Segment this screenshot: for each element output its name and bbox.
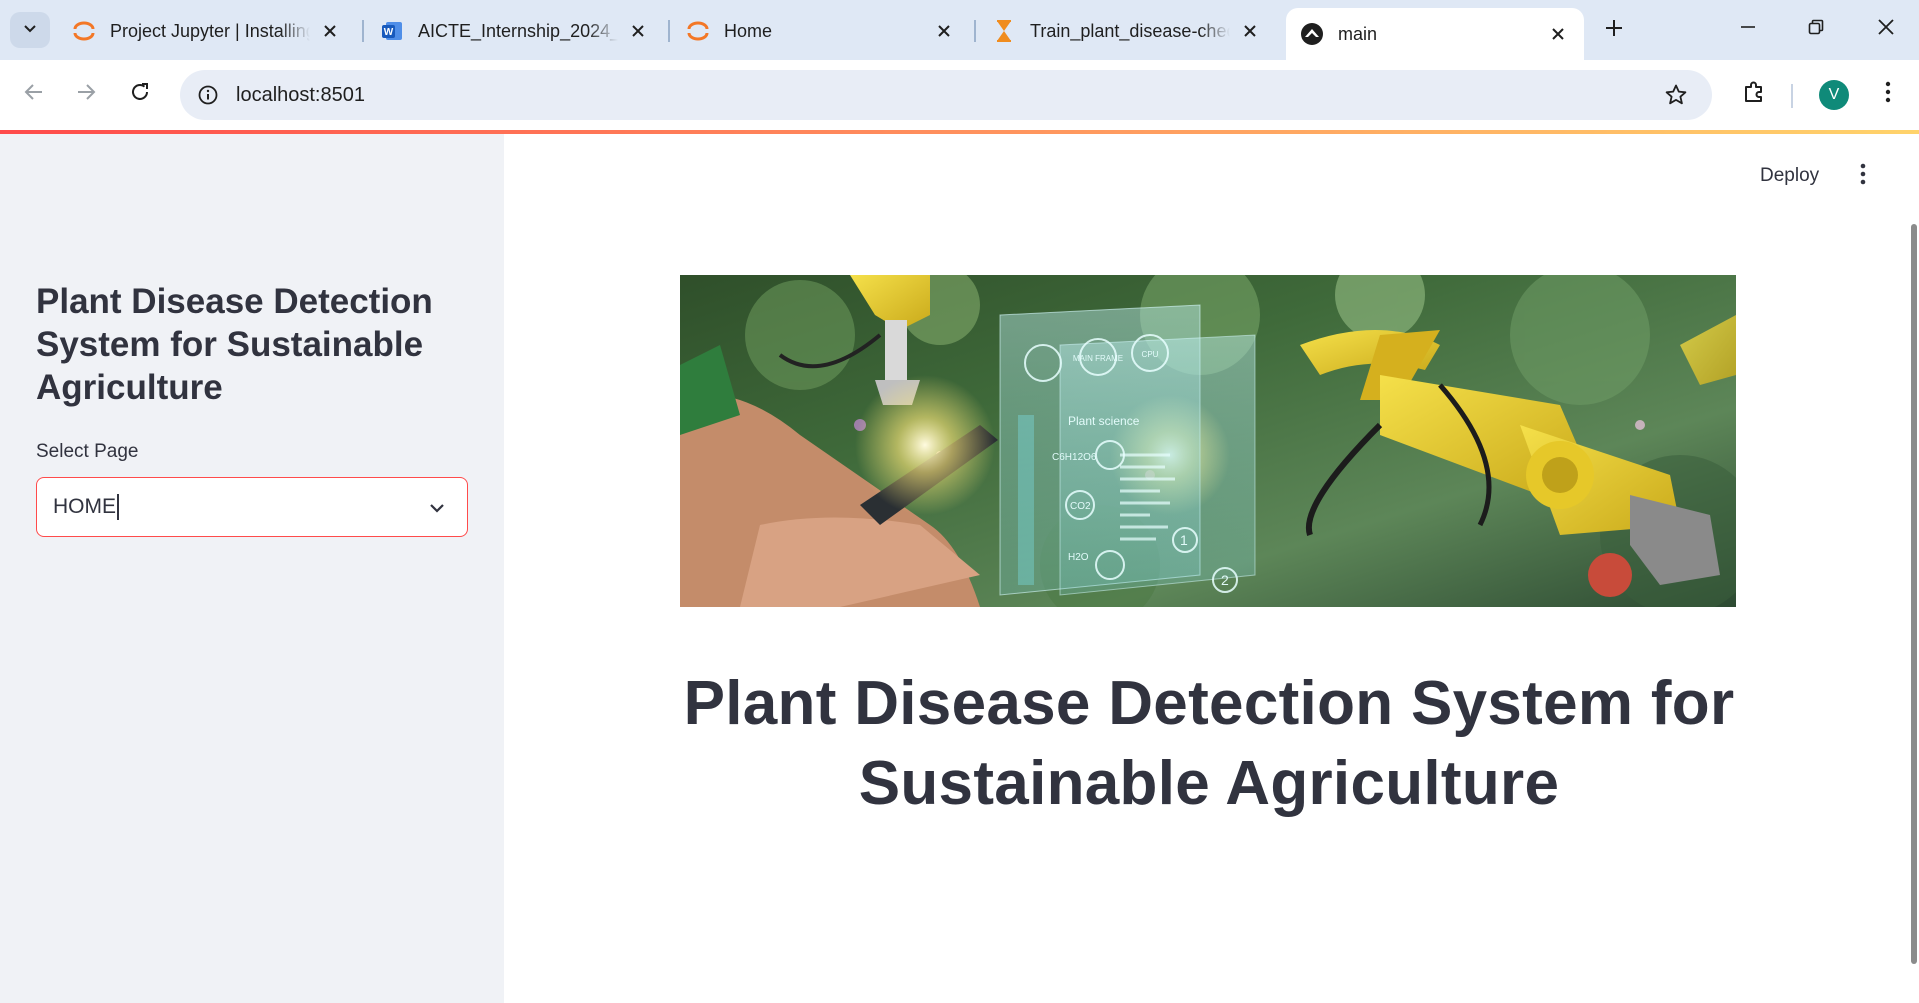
reload-icon bbox=[129, 81, 151, 108]
select-page-dropdown[interactable]: HOME bbox=[36, 477, 468, 537]
hero-image: MAIN FRAME CPU Plant science C6H12O6 CO2… bbox=[680, 275, 1736, 607]
tab-title: Home bbox=[724, 20, 773, 41]
new-tab-button[interactable] bbox=[1596, 12, 1632, 48]
tab-title: Project Jupyter | Installing bbox=[110, 20, 310, 41]
sidebar: Plant Disease Detection System for Susta… bbox=[0, 134, 504, 1003]
forward-button[interactable] bbox=[66, 74, 106, 114]
close-icon[interactable] bbox=[932, 19, 956, 43]
chevron-down-icon[interactable] bbox=[425, 496, 449, 520]
streamlit-icon bbox=[1300, 22, 1324, 46]
web-page: Plant Disease Detection System for Susta… bbox=[0, 130, 1919, 1003]
deploy-button[interactable]: Deploy bbox=[1750, 159, 1829, 193]
close-icon[interactable] bbox=[626, 19, 650, 43]
browser-tab-strip: Project Jupyter | Installing W AICTE_Int… bbox=[0, 0, 1919, 60]
bookmark-star-icon[interactable] bbox=[1660, 79, 1692, 111]
puzzle-icon bbox=[1741, 79, 1767, 110]
hud-number-2: 2 bbox=[1221, 572, 1229, 588]
plus-icon bbox=[1605, 19, 1623, 42]
minimize-icon bbox=[1740, 19, 1756, 40]
page-title: Plant Disease Detection System for Susta… bbox=[683, 669, 1735, 818]
text-cursor bbox=[117, 494, 119, 520]
restore-button[interactable] bbox=[1788, 8, 1844, 50]
select-page-value: HOME bbox=[53, 495, 116, 518]
toolbar-divider bbox=[1791, 84, 1793, 108]
tab-search-button[interactable] bbox=[10, 12, 50, 48]
tab-title: AICTE_Internship_2024_P bbox=[418, 20, 618, 41]
browser-menu-button[interactable] bbox=[1870, 76, 1906, 112]
arrow-right-icon bbox=[75, 81, 97, 108]
tab-main[interactable]: main bbox=[1286, 8, 1584, 60]
jupyter-icon bbox=[686, 19, 710, 43]
hourglass-icon bbox=[992, 19, 1016, 43]
close-window-button[interactable] bbox=[1858, 8, 1914, 50]
tab-train-plant-disease[interactable]: Train_plant_disease-check bbox=[978, 8, 1276, 54]
tab-separator bbox=[362, 20, 364, 42]
formula-text: C6H12O6 bbox=[1052, 452, 1097, 463]
profile-avatar[interactable]: V bbox=[1819, 80, 1849, 110]
site-info-icon[interactable] bbox=[190, 77, 226, 113]
word-icon: W bbox=[380, 19, 404, 43]
main-frame-text: MAIN FRAME bbox=[1073, 354, 1123, 363]
app-menu-button[interactable] bbox=[1845, 158, 1881, 194]
tab-home[interactable]: Home bbox=[672, 8, 970, 54]
tab-aicte-internship[interactable]: W AICTE_Internship_2024_P bbox=[366, 8, 664, 54]
arrow-left-icon bbox=[23, 81, 45, 108]
restore-icon bbox=[1808, 19, 1824, 40]
sidebar-title: Plant Disease Detection System for Susta… bbox=[36, 282, 433, 407]
main-content: Deploy MAIN FRAME CPU Plant science C6H1… bbox=[504, 134, 1919, 1003]
co2-text: CO2 bbox=[1070, 501, 1091, 512]
tab-title: Train_plant_disease-check bbox=[1030, 20, 1230, 41]
scrollbar[interactable] bbox=[1911, 224, 1917, 964]
browser-toolbar: localhost:8501 V bbox=[0, 60, 1919, 130]
close-icon[interactable] bbox=[318, 19, 342, 43]
tab-separator bbox=[974, 20, 976, 42]
hud-number-1: 1 bbox=[1180, 532, 1188, 548]
plant-science-text: Plant science bbox=[1068, 414, 1140, 428]
kebab-menu-icon bbox=[1860, 163, 1866, 190]
chevron-down-icon bbox=[22, 20, 38, 41]
jupyter-icon bbox=[72, 19, 96, 43]
close-icon[interactable] bbox=[1238, 19, 1262, 43]
reload-button[interactable] bbox=[120, 74, 160, 114]
h2o-text: H2O bbox=[1068, 552, 1089, 563]
back-button[interactable] bbox=[14, 74, 54, 114]
extensions-button[interactable] bbox=[1736, 76, 1772, 112]
kebab-menu-icon bbox=[1885, 81, 1891, 108]
select-page-label: Select Page bbox=[36, 441, 139, 462]
address-bar[interactable]: localhost:8501 bbox=[180, 70, 1712, 120]
tab-project-jupyter[interactable]: Project Jupyter | Installing bbox=[58, 8, 356, 54]
cpu-text: CPU bbox=[1142, 350, 1159, 359]
minimize-button[interactable] bbox=[1720, 8, 1776, 50]
svg-text:W: W bbox=[384, 27, 394, 38]
url-text[interactable]: localhost:8501 bbox=[236, 84, 365, 107]
close-icon[interactable] bbox=[1546, 22, 1570, 46]
tab-separator bbox=[668, 20, 670, 42]
close-icon bbox=[1877, 18, 1895, 41]
tab-title: main bbox=[1338, 23, 1378, 44]
